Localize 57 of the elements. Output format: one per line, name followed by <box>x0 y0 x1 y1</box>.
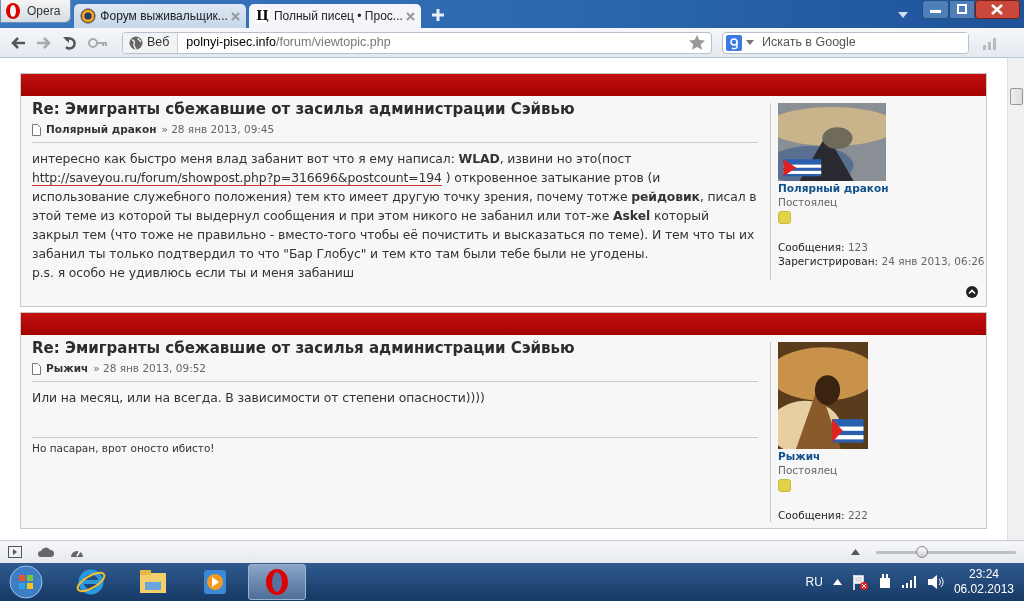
rank-icon <box>778 478 791 492</box>
user-stat: Сообщения: 123 <box>778 240 869 254</box>
post-link[interactable]: http://saveyou.ru/forum/showpost.php?p=316696&postcount=194 <box>32 169 442 186</box>
speaker-icon[interactable] <box>927 575 944 589</box>
search-field[interactable]: Искать в Google <box>722 31 969 54</box>
post-text: Или на месяц, или на всегда. В зависимости от степени опасности)))) <box>32 388 486 407</box>
reload-icon[interactable] <box>62 34 78 51</box>
rank-icon <box>778 211 791 224</box>
signal-bars-icon[interactable] <box>901 576 918 588</box>
post-date: » 28 янв 2013, 09:45 <box>161 122 275 137</box>
back-icon[interactable] <box>10 35 26 50</box>
cloud-icon[interactable] <box>38 547 54 557</box>
tab-list-icon[interactable] <box>898 12 908 18</box>
address-field[interactable]: Веб polnyi-pisec.info/forum/viewtopic.php <box>122 31 712 54</box>
tray-expand-icon[interactable] <box>832 579 842 585</box>
close-tab-icon[interactable] <box>406 11 416 21</box>
new-tab-icon[interactable] <box>431 8 446 22</box>
maximize-icon[interactable] <box>949 0 975 19</box>
user-stat: Сообщения: 222 <box>778 507 869 522</box>
username-link[interactable]: Полярный дракон <box>778 181 986 195</box>
search-engine-icon[interactable] <box>726 34 742 51</box>
favicon: Ц <box>255 9 270 23</box>
post-title[interactable]: Re: Эмигранты сбежавшие от засилья администрации Сэйвью <box>32 338 758 357</box>
opera-logo-icon <box>5 2 21 20</box>
browser-tab[interactable]: Ц Полный писец • Прос... <box>249 4 422 28</box>
post-icon[interactable] <box>32 362 41 375</box>
star-icon[interactable] <box>689 35 705 50</box>
user-stat: Зарегистрирован: 24 янв 2013, 06:26 <box>778 254 986 268</box>
panel-toggle-icon[interactable] <box>8 546 22 558</box>
clock[interactable]: 23:24 06.02.2013 <box>953 567 1014 597</box>
power-plug-icon[interactable] <box>877 574 892 590</box>
close-icon[interactable] <box>975 0 1020 19</box>
back-to-top-icon[interactable] <box>966 285 978 298</box>
favicon-icon <box>80 8 97 24</box>
post-author[interactable]: Рыжич <box>46 360 89 377</box>
post-icon[interactable] <box>32 123 41 136</box>
browser-tab[interactable]: Форум выживальщик... <box>74 4 247 28</box>
opera-menu-button[interactable]: Opera <box>0 0 72 23</box>
signature-text: Но пасаран, врот оносто ибисто! <box>32 441 215 454</box>
web-mode-button[interactable]: Веб <box>123 32 179 53</box>
post-text: интересно как быстро меня влад забанит вот что я ему написал: WLAD, извини но это(пост http://saveyou.ru/forum/showpost.php?p=316696&postcount=194 ) откровенное затыкание ртов (и использование служебного положения) тем кто имеет другую точку зрения, почему тотже рейдовик, писал в этой теме из которой ты выдернул сообщения и при этом никого не забанил или тот-же Askel который закрыл тем (что тоже не правильно - вместо-того чтобы её почистить и высказаться по теме). И тем что ты их забанил ты только подтвердил то что "Бар Глобус" и тем кто там были тебе были не угодены. p.s. я особо не удивлюсь если ты и меня забаниш <box>32 149 758 282</box>
user-rank: Постоялец <box>778 462 839 477</box>
signal-bars-icon <box>983 35 999 50</box>
minimize-icon[interactable] <box>922 0 949 19</box>
globe-icon <box>129 35 143 50</box>
post-author[interactable]: Полярный дракон <box>46 122 157 138</box>
caret-up-icon[interactable] <box>851 549 860 555</box>
dropdown-caret-icon[interactable] <box>746 40 754 45</box>
username-link[interactable]: Рыжич <box>778 448 986 463</box>
scrollbar-thumb[interactable] <box>1009 88 1023 105</box>
post-date: » 28 янв 2013, 09:52 <box>93 360 207 376</box>
flag-icon[interactable] <box>851 574 868 590</box>
start-button[interactable] <box>6 564 46 600</box>
language-indicator[interactable]: RU <box>805 573 823 591</box>
post-title[interactable]: Re: Эмигранты сбежавшие от засилья администрации Сэйвью <box>32 100 758 118</box>
url-text: polnyi-pisec.info/forum/viewtopic.php <box>185 34 392 52</box>
user-rank: Постоялец <box>778 195 839 209</box>
